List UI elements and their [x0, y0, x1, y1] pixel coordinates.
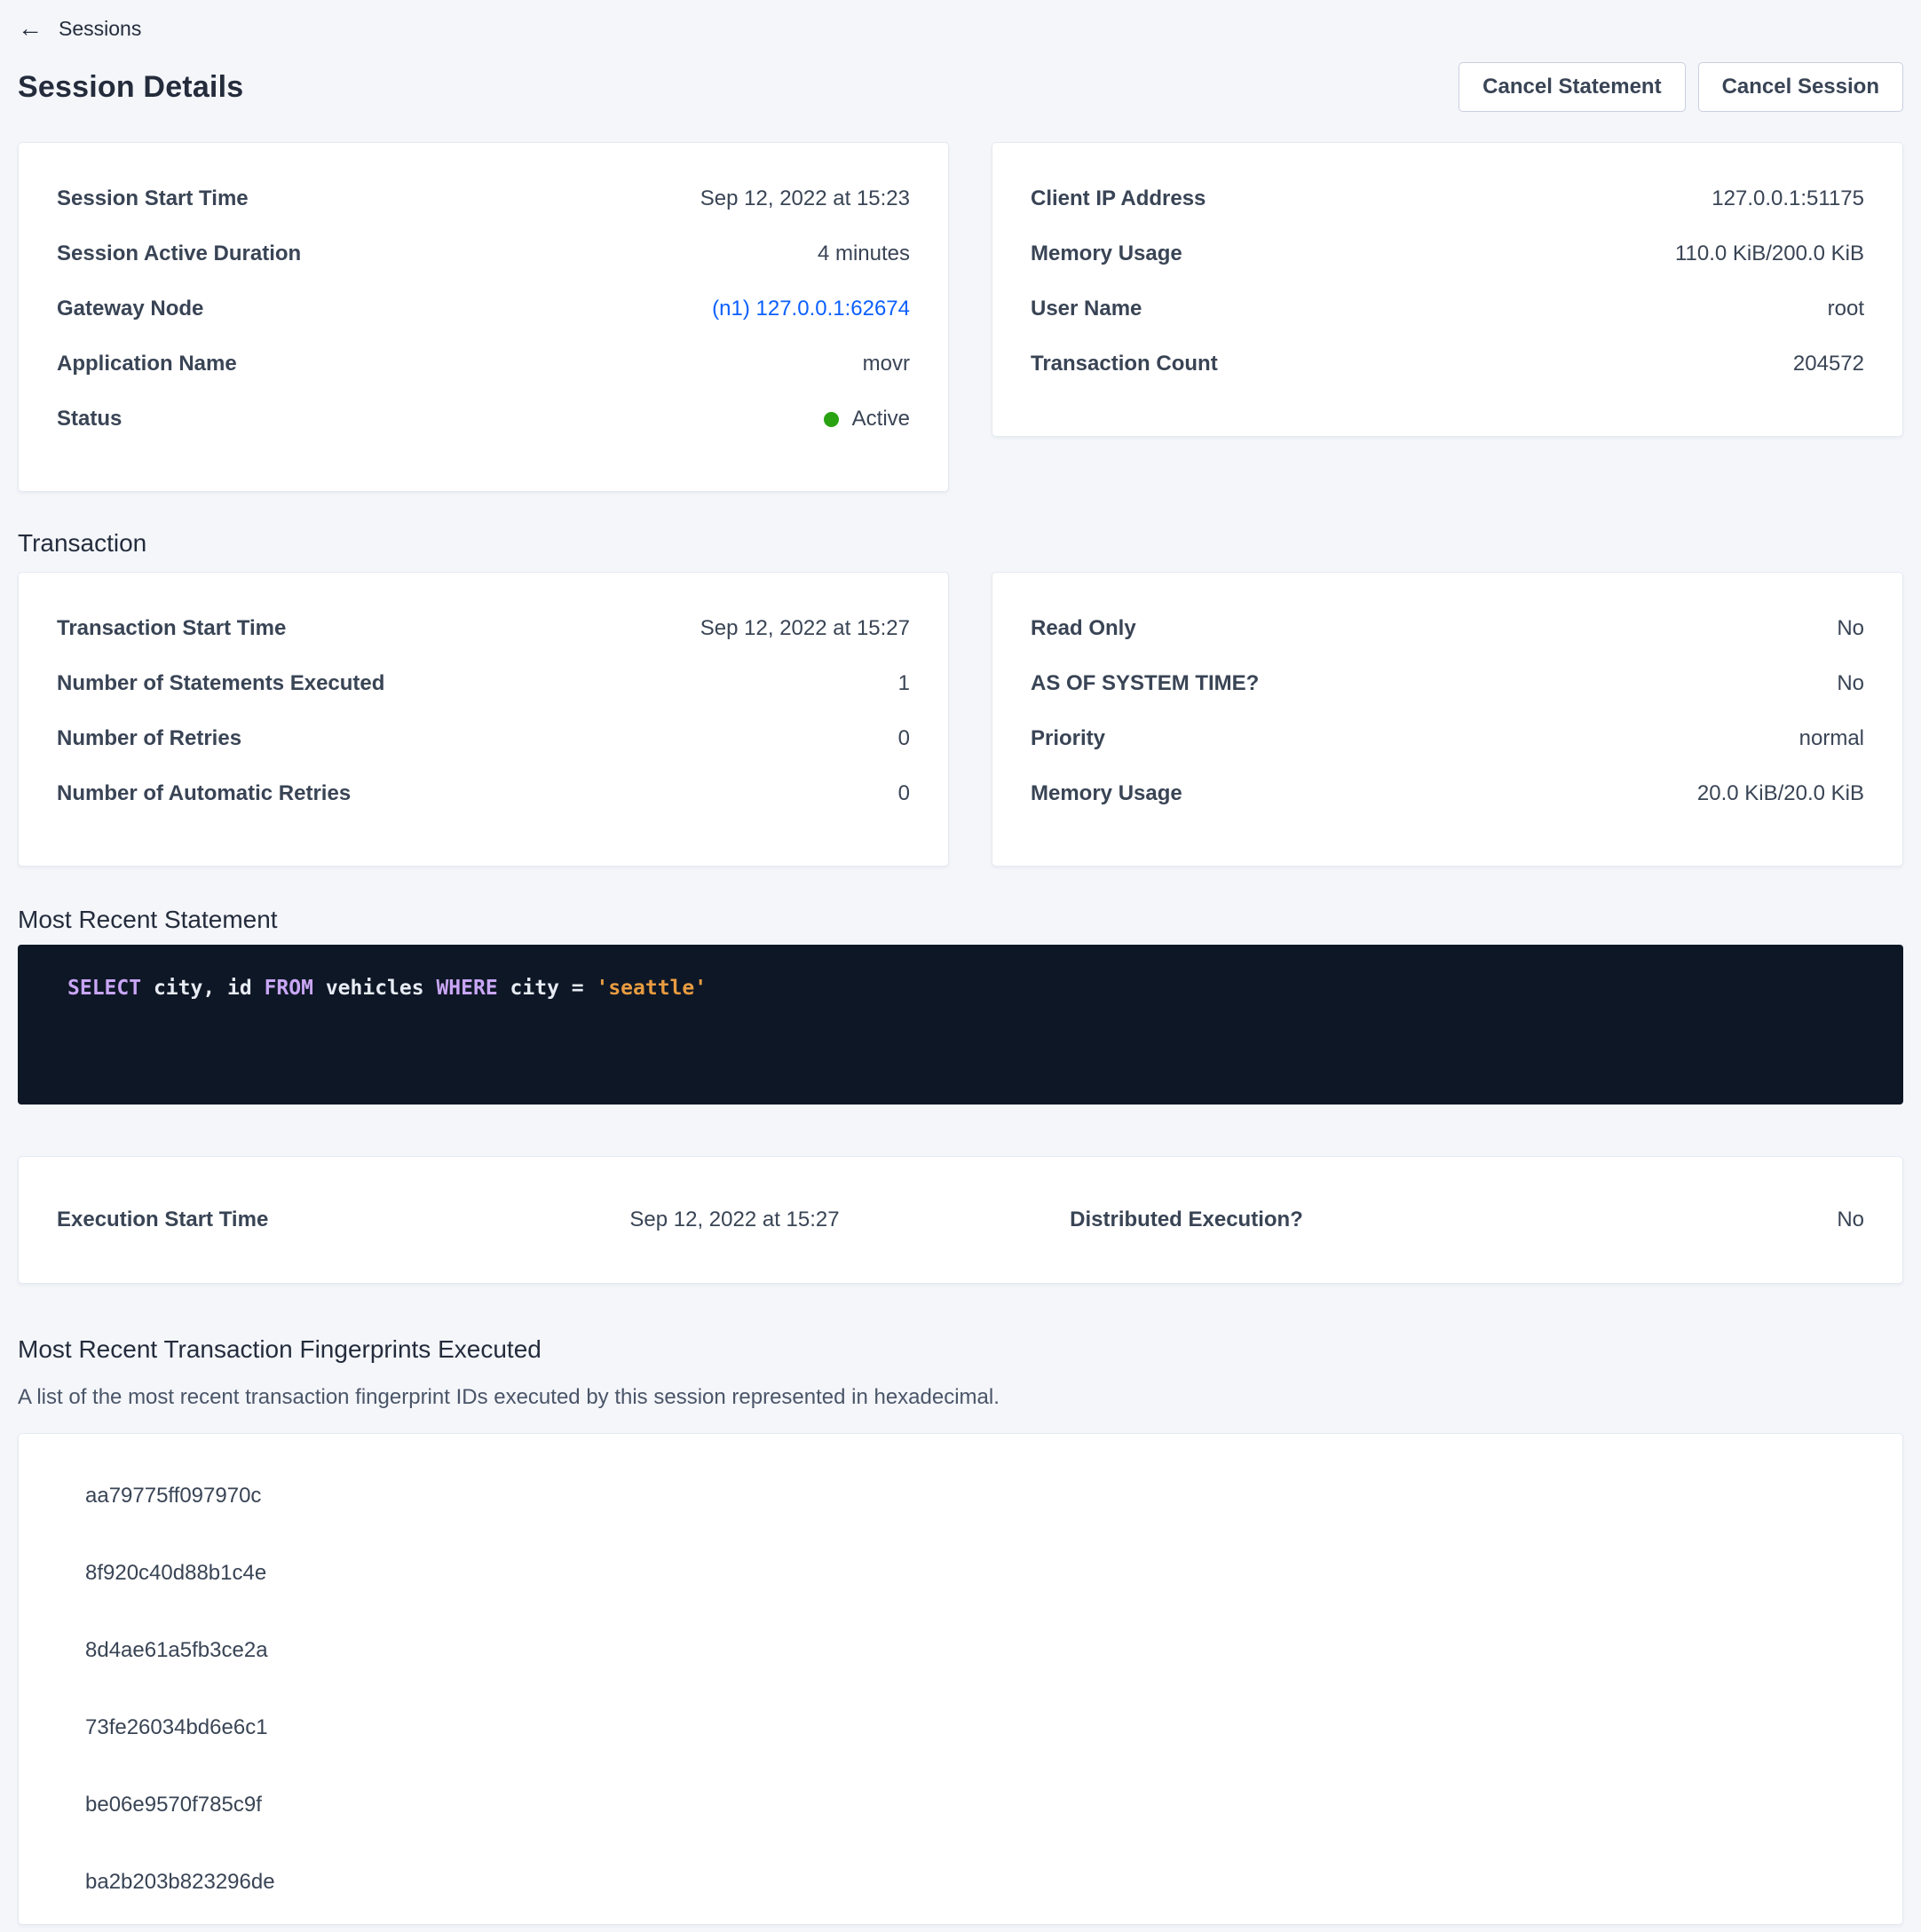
row-label: Number of Statements Executed [57, 671, 384, 696]
row-value: 0 [898, 781, 910, 806]
row-label: User Name [1031, 297, 1142, 321]
row-value: Sep 12, 2022 at 15:27 [700, 616, 910, 641]
transaction-summary-row: Transaction Start Time Sep 12, 2022 at 1… [18, 572, 1903, 867]
breadcrumb-label: Sessions [59, 17, 141, 41]
execution-start-value: Sep 12, 2022 at 15:27 [509, 1208, 960, 1232]
row-label: AS OF SYSTEM TIME? [1031, 671, 1259, 696]
client-info-card: Client IP Address 127.0.0.1:51175 Memory… [992, 142, 1903, 437]
row-value: 20.0 KiB/20.0 KiB [1697, 781, 1864, 806]
transaction-info-card: Transaction Start Time Sep 12, 2022 at 1… [18, 572, 949, 867]
row-label: Gateway Node [57, 297, 203, 321]
row-value: No [1837, 616, 1864, 641]
fingerprint-item: be06e9570f785c9f [85, 1766, 1902, 1843]
fingerprint-item: 8d4ae61a5fb3ce2a [85, 1611, 1902, 1689]
session-summary-row: Session Start Time Sep 12, 2022 at 15:23… [18, 142, 1903, 492]
fingerprint-item: aa79775ff097970c [85, 1457, 1902, 1534]
fingerprints-card: aa79775ff097970c 8f920c40d88b1c4e 8d4ae6… [18, 1433, 1903, 1925]
txn-row-auto-retries: Number of Automatic Retries 0 [57, 766, 910, 821]
session-details-page: ← Sessions Session Details Cancel Statem… [0, 0, 1921, 1925]
session-row-gateway-node: Gateway Node (n1) 127.0.0.1:62674 [57, 281, 910, 337]
client-row-txn-count: Transaction Count 204572 [1031, 337, 1864, 392]
fingerprint-item: 73fe26034bd6e6c1 [85, 1689, 1902, 1766]
row-label: Number of Automatic Retries [57, 781, 351, 806]
row-value: 110.0 KiB/200.0 KiB [1675, 242, 1864, 266]
txn-row-retries: Number of Retries 0 [57, 711, 910, 766]
statement-section-heading: Most Recent Statement [18, 906, 1903, 934]
row-value: Sep 12, 2022 at 15:23 [700, 186, 910, 211]
sql-token-plain: vehicles [326, 977, 437, 1000]
row-value: 4 minutes [818, 242, 910, 266]
fingerprints-description: A list of the most recent transaction fi… [18, 1385, 1903, 1410]
row-label: Number of Retries [57, 726, 241, 751]
row-value: No [1837, 671, 1864, 696]
row-value: root [1828, 297, 1864, 321]
distributed-execution-value: No [1412, 1208, 1864, 1232]
row-label: Status [57, 407, 122, 432]
txn-row-as-of-system-time: AS OF SYSTEM TIME? No [1031, 656, 1864, 711]
transaction-props-card: Read Only No AS OF SYSTEM TIME? No Prior… [992, 572, 1903, 867]
row-label: Memory Usage [1031, 781, 1182, 806]
sql-token-plain: city, id [154, 977, 265, 1000]
row-label: Client IP Address [1031, 186, 1206, 211]
status-active-dot-icon [824, 412, 839, 427]
row-label: Transaction Start Time [57, 616, 286, 641]
fingerprint-item: ba2b203b823296de [85, 1843, 1902, 1920]
session-row-application-name: Application Name movr [57, 337, 910, 392]
execution-summary-card: Execution Start Time Sep 12, 2022 at 15:… [18, 1156, 1903, 1284]
sql-token-plain: city = [510, 977, 597, 1000]
row-label: Application Name [57, 352, 237, 376]
fingerprint-item: 8f920c40d88b1c4e [85, 1534, 1902, 1611]
status-text: Active [852, 407, 910, 432]
row-label: Transaction Count [1031, 352, 1218, 376]
session-row-active-duration: Session Active Duration 4 minutes [57, 226, 910, 281]
transaction-section-heading: Transaction [18, 529, 1903, 558]
session-row-start-time: Session Start Time Sep 12, 2022 at 15:23 [57, 171, 910, 226]
session-info-card: Session Start Time Sep 12, 2022 at 15:23… [18, 142, 949, 492]
client-row-memory: Memory Usage 110.0 KiB/200.0 KiB [1031, 226, 1864, 281]
row-label: Priority [1031, 726, 1105, 751]
session-row-status: Status Active [57, 392, 910, 447]
session-actions: Cancel Statement Cancel Session [1459, 62, 1903, 112]
breadcrumb-back-link[interactable]: ← Sessions [18, 12, 1903, 44]
row-label: Read Only [1031, 616, 1136, 641]
txn-row-statements-executed: Number of Statements Executed 1 [57, 656, 910, 711]
status-badge: Active [824, 407, 910, 432]
row-label: Session Active Duration [57, 242, 301, 266]
cancel-statement-button[interactable]: Cancel Statement [1459, 62, 1685, 112]
sql-token-keyword: SELECT [67, 977, 154, 1000]
txn-row-memory-usage: Memory Usage 20.0 KiB/20.0 KiB [1031, 766, 1864, 821]
sql-statement-block: SELECT city, id FROM vehicles WHERE city… [18, 945, 1903, 1105]
sql-token-string: 'seattle' [596, 977, 707, 1000]
row-label: Session Start Time [57, 186, 249, 211]
sql-token-keyword: FROM [265, 977, 326, 1000]
back-arrow-icon: ← [18, 16, 43, 41]
row-value: 0 [898, 726, 910, 751]
page-title: Session Details [18, 70, 243, 105]
distributed-execution-label: Distributed Execution? [960, 1208, 1412, 1232]
row-value: 204572 [1793, 352, 1864, 376]
client-row-user: User Name root [1031, 281, 1864, 337]
fingerprints-section-heading: Most Recent Transaction Fingerprints Exe… [18, 1335, 1903, 1364]
row-value: normal [1799, 726, 1864, 751]
row-value: movr [863, 352, 910, 376]
title-bar: Session Details Cancel Statement Cancel … [18, 62, 1903, 112]
execution-start-label: Execution Start Time [57, 1208, 509, 1232]
row-label: Memory Usage [1031, 242, 1182, 266]
row-value: 127.0.0.1:51175 [1712, 186, 1864, 211]
sql-token-keyword: WHERE [436, 977, 510, 1000]
row-value: 1 [898, 671, 910, 696]
txn-row-read-only: Read Only No [1031, 601, 1864, 656]
txn-row-priority: Priority normal [1031, 711, 1864, 766]
txn-row-start-time: Transaction Start Time Sep 12, 2022 at 1… [57, 601, 910, 656]
cancel-session-button[interactable]: Cancel Session [1698, 62, 1903, 112]
client-row-ip: Client IP Address 127.0.0.1:51175 [1031, 171, 1864, 226]
gateway-node-link[interactable]: (n1) 127.0.0.1:62674 [712, 297, 910, 321]
